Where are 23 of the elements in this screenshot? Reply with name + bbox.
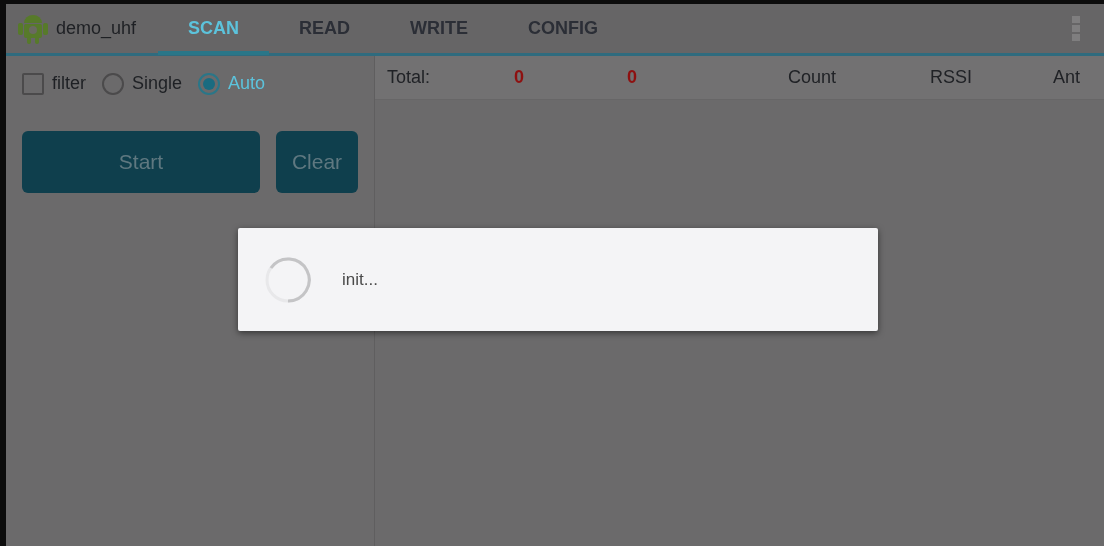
radio-button[interactable]	[102, 72, 124, 95]
column-header: RSSI	[929, 66, 973, 89]
count-value: 0	[514, 66, 525, 89]
tab[interactable]: WRITE	[380, 2, 499, 55]
android-robot-icon	[18, 12, 48, 45]
option-label: Auto	[228, 72, 266, 95]
loading-spinner-icon	[264, 255, 312, 304]
start-button[interactable]: Start	[22, 131, 260, 193]
dialog-message: init...	[342, 268, 378, 291]
radio-button[interactable]	[198, 72, 221, 95]
option-label: filter	[52, 72, 86, 95]
tab[interactable]: CONFIG	[498, 2, 629, 55]
column-header: Ant	[1051, 66, 1080, 89]
checkbox[interactable]	[22, 72, 44, 95]
app-title: demo_uhf	[56, 17, 137, 41]
option-label: Single	[132, 72, 183, 95]
total-label: Total:	[387, 66, 432, 89]
overflow-menu-icon[interactable]	[1072, 15, 1080, 42]
count-value: 0	[627, 66, 638, 89]
clear-button[interactable]: Clear	[276, 131, 358, 193]
column-header: Count	[786, 66, 837, 89]
tab[interactable]: READ	[269, 2, 381, 55]
tab[interactable]: SCAN	[158, 2, 270, 55]
